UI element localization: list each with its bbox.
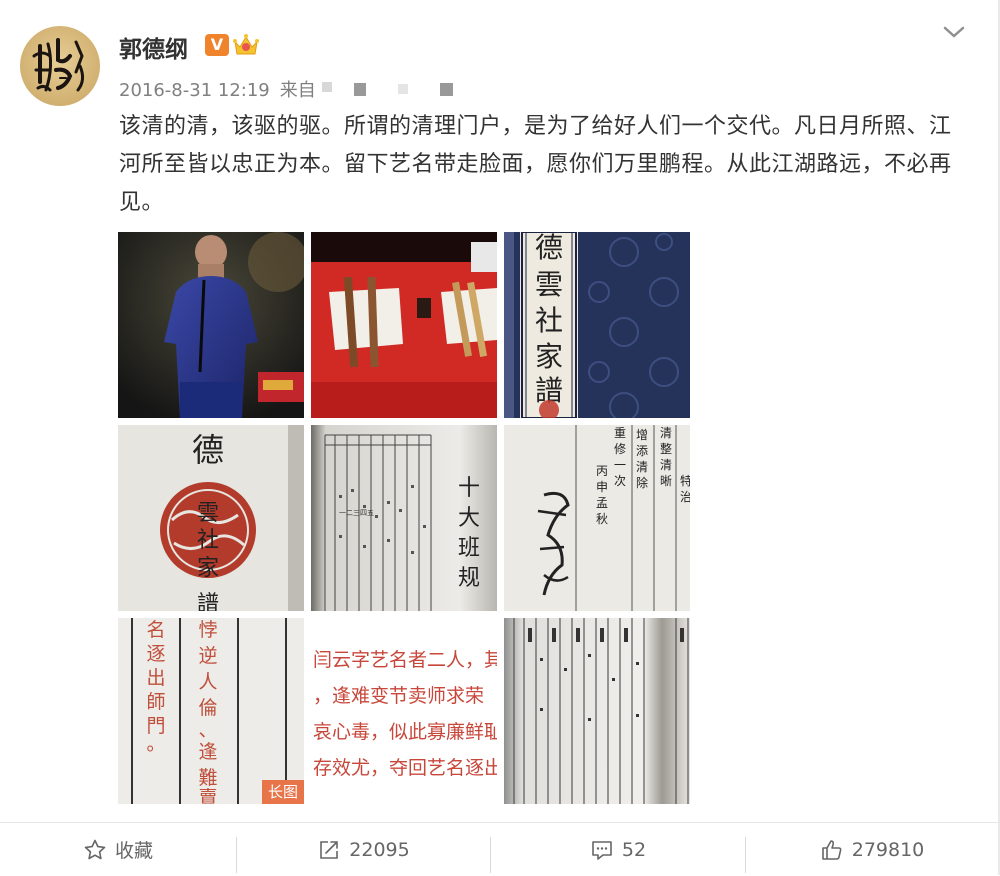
- post-image-6[interactable]: 重修一次 丙申孟秋 增添清除 清整清晰 特治: [504, 425, 690, 611]
- calligraphy-page-photo: 重修一次 丙申孟秋 增添清除 清整清晰 特治: [504, 425, 690, 611]
- crown-icon: [233, 34, 259, 55]
- statement-line-2: ，逢难变节卖师求荣: [313, 685, 484, 707]
- cover-char-4: 家: [535, 340, 563, 373]
- ledger-page-photo: [504, 618, 690, 804]
- post-text: 该清的清，该驱的驱。所谓的清理门户，是为了给好人们一个交代。凡日月所照、江河所至…: [119, 114, 952, 215]
- page-title-char: 德: [192, 431, 224, 469]
- folding-fans-photo: [311, 232, 497, 418]
- post-image-2[interactable]: [311, 232, 497, 418]
- seal-char-4: 譜: [197, 592, 219, 611]
- seal-char-3: 家: [197, 556, 219, 581]
- comment-button[interactable]: 52: [491, 823, 745, 876]
- expulsion-page-photo: 名逐出 師門。 悖逆人 倫、逢 難賣: [118, 618, 304, 804]
- svg-text:倫: 倫: [198, 697, 217, 719]
- chevron-down-icon[interactable]: [942, 22, 966, 42]
- post-image-8[interactable]: 闫云字艺名者二人，其 ，逢难变节卖师求荣 哀心毒，似此寡廉鲜耻 存效尤，夺回艺名…: [311, 618, 497, 804]
- svg-text:治: 治: [680, 490, 690, 504]
- svg-text:一: 一: [614, 458, 626, 472]
- svg-text:增: 增: [636, 428, 648, 442]
- share-icon: [320, 840, 339, 859]
- statement-line-1: 闫云字艺名者二人，其: [313, 649, 497, 671]
- source-label: 来自: [279, 80, 316, 101]
- comment-count: 52: [621, 838, 647, 861]
- seal-char-1: 雲: [197, 501, 219, 526]
- action-bar: 收藏 22095 52 279810: [0, 822, 998, 876]
- username[interactable]: 郭德纲: [119, 30, 188, 64]
- statement-line-4: 存效尤，夺回艺名逐出: [313, 757, 497, 779]
- svg-text:修: 修: [614, 441, 626, 456]
- statement-text-photo: 闫云字艺名者二人，其 ，逢难变节卖师求荣 哀心毒，似此寡廉鲜耻 存效尤，夺回艺名…: [311, 618, 497, 804]
- svg-text:人: 人: [198, 671, 217, 693]
- avatar[interactable]: [20, 26, 100, 106]
- svg-text:逆: 逆: [198, 645, 217, 667]
- svg-text:秋: 秋: [596, 512, 608, 526]
- svg-text:逐: 逐: [146, 643, 165, 665]
- svg-text:整: 整: [660, 441, 672, 456]
- repost-button[interactable]: 22095: [237, 823, 490, 876]
- svg-text:師: 師: [146, 691, 165, 713]
- svg-text:清: 清: [660, 458, 672, 472]
- favorite-label: 收藏: [114, 840, 153, 862]
- post-image-4[interactable]: 德 雲 社 家 譜: [118, 425, 304, 611]
- cover-char-2: 雲: [535, 268, 563, 301]
- timestamp[interactable]: 2016-8-31 12:19: [119, 80, 270, 101]
- svg-text:丙: 丙: [596, 464, 608, 478]
- performer-photo: [118, 232, 304, 418]
- cover-char-3: 社: [535, 304, 563, 337]
- comment-icon: [592, 840, 612, 860]
- svg-text:孟: 孟: [596, 496, 608, 510]
- post-meta: 2016-8-31 12:19 来自: [119, 76, 316, 102]
- post-image-3[interactable]: 德 雲 社 家 譜: [504, 232, 690, 418]
- svg-text:清: 清: [660, 426, 672, 440]
- star-icon: [84, 839, 106, 859]
- svg-text:難: 難: [198, 767, 217, 789]
- seal-page-photo: 德 雲 社 家 譜: [118, 425, 304, 611]
- cover-char-1: 德: [535, 232, 563, 264]
- rules-char-3: 班: [458, 536, 480, 561]
- repost-count: 22095: [349, 838, 410, 861]
- rules-page-photo: 一二三四五 十 大 班 规: [311, 425, 497, 611]
- favorite-button[interactable]: 收藏: [0, 823, 236, 876]
- long-image-badge: 长图: [261, 780, 304, 804]
- statement-line-3: 哀心毒，似此寡廉鲜耻: [313, 721, 497, 743]
- svg-text:名: 名: [146, 619, 165, 641]
- post-image-9[interactable]: [504, 618, 690, 804]
- svg-text:悖: 悖: [198, 619, 217, 641]
- rules-char-2: 大: [458, 506, 480, 531]
- like-count: 279810: [851, 838, 925, 861]
- thumbs-up-icon: [821, 839, 842, 860]
- source-redacted: [322, 82, 453, 96]
- svg-text:申: 申: [596, 480, 608, 494]
- svg-text:重: 重: [614, 426, 626, 440]
- post-image-1[interactable]: [118, 232, 304, 418]
- svg-text:清: 清: [636, 460, 648, 474]
- svg-text:晰: 晰: [660, 474, 672, 488]
- svg-text:賣: 賣: [198, 787, 217, 804]
- svg-text:出: 出: [146, 667, 165, 689]
- svg-text:一二三四五: 一二三四五: [339, 509, 374, 517]
- like-button[interactable]: 279810: [746, 823, 998, 876]
- post-image-5[interactable]: 一二三四五 十 大 班 规: [311, 425, 497, 611]
- rules-char-1: 十: [458, 476, 480, 501]
- verified-badge: V: [205, 34, 229, 56]
- svg-text:特: 特: [680, 473, 690, 488]
- svg-text:次: 次: [614, 474, 626, 488]
- weibo-post-card: 郭德纲 V 2016-8-31 12:19 来自 该清的清，该驱的驱。所谓的清理门…: [0, 0, 1000, 876]
- svg-text:。: 。: [146, 733, 165, 755]
- book-cover-photo: 德 雲 社 家 譜: [504, 232, 690, 418]
- svg-text:、: 、: [198, 719, 217, 741]
- seal-char-2: 社: [197, 528, 219, 553]
- svg-text:添: 添: [636, 444, 648, 458]
- svg-text:逢: 逢: [198, 741, 217, 763]
- calligraphy-logo-icon: [32, 38, 85, 92]
- post-image-7[interactable]: 名逐出 師門。 悖逆人 倫、逢 難賣 长图: [118, 618, 304, 804]
- rules-char-4: 规: [458, 566, 480, 591]
- svg-text:除: 除: [636, 475, 648, 490]
